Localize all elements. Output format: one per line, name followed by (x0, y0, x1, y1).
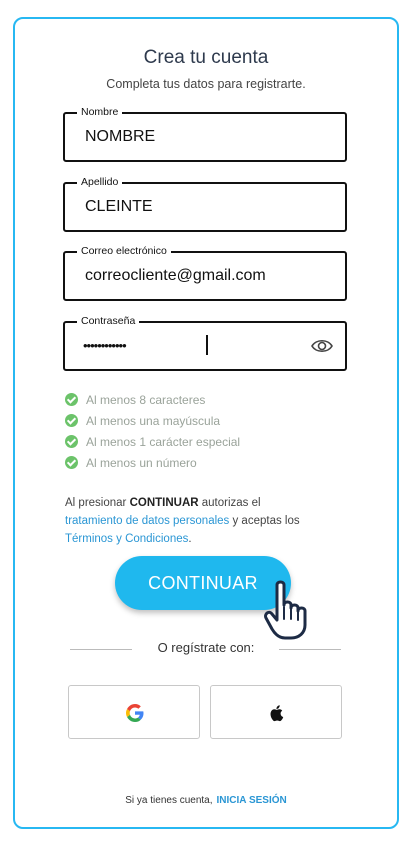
google-icon (126, 704, 144, 722)
login-prompt: Si ya tienes cuenta, INICIA SESIÓN (125, 795, 287, 806)
page-title: Crea tu cuenta (143, 47, 269, 68)
alt-signup-label: O regístrate con: (157, 640, 255, 655)
email-label: Correo electrónico (77, 245, 171, 257)
terms-link[interactable]: Términos y Condiciones (65, 533, 188, 545)
hand-pointer-icon (264, 580, 307, 640)
apple-signup-button[interactable] (210, 685, 342, 739)
first-name-field[interactable]: Nombre NOMBRE (63, 106, 347, 162)
email-value[interactable]: correocliente@gmail.com (85, 267, 266, 285)
password-value[interactable]: •••••••••••• (83, 338, 127, 353)
eye-icon[interactable] (311, 337, 333, 355)
check-icon (65, 393, 78, 406)
consent-text: Al presionar CONTINUAR autorizas el trat… (65, 497, 300, 545)
rule-item: Al menos un número (65, 452, 240, 473)
login-link[interactable]: INICIA SESIÓN (217, 795, 287, 806)
password-field[interactable]: Contraseña •••••••••••• (63, 315, 347, 371)
last-name-value[interactable]: CLEINTE (85, 198, 153, 216)
apple-icon (270, 705, 284, 722)
rule-item: Al menos 8 caracteres (65, 389, 240, 410)
page-subtitle: Completa tus datos para registrarte. (106, 77, 306, 91)
email-field[interactable]: Correo electrónico correocliente@gmail.c… (63, 245, 347, 301)
text-cursor (206, 335, 208, 355)
rule-item: Al menos una mayúscula (65, 410, 240, 431)
password-label: Contraseña (77, 315, 140, 327)
divider-right (279, 649, 341, 650)
password-rules: Al menos 8 caracteres Al menos una mayús… (65, 389, 240, 473)
rule-item: Al menos 1 carácter especial (65, 431, 240, 452)
data-treatment-link[interactable]: tratamiento de datos personales (65, 515, 229, 527)
last-name-label: Apellido (77, 176, 123, 188)
last-name-field[interactable]: Apellido CLEINTE (63, 176, 347, 232)
signup-card: Crea tu cuenta Completa tus datos para r… (13, 17, 399, 829)
check-icon (65, 414, 78, 427)
google-signup-button[interactable] (68, 685, 200, 739)
first-name-label: Nombre (77, 106, 123, 118)
check-icon (65, 435, 78, 448)
check-icon (65, 456, 78, 469)
first-name-value[interactable]: NOMBRE (85, 128, 155, 146)
